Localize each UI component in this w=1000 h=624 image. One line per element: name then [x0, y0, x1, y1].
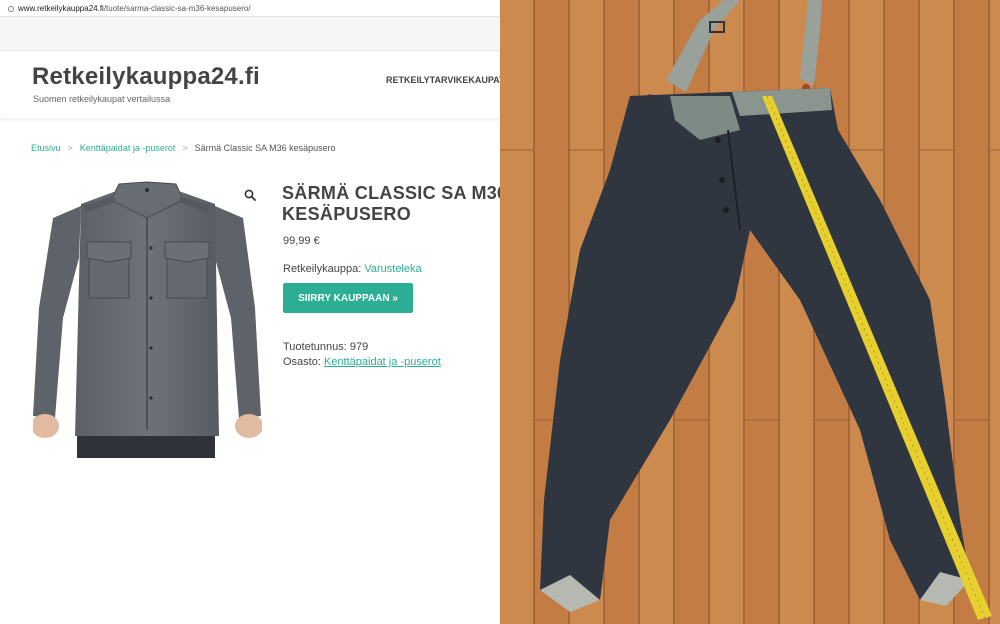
url-domain: www.retkeilykauppa24.fi [18, 4, 104, 13]
magnifier-icon[interactable] [244, 189, 256, 201]
nav-item-retkeilytarvikekaupat[interactable]: RETKEILYTARVIKEKAUPAT [386, 75, 500, 85]
site-title-link[interactable]: Retkeilykauppa24.fi [32, 63, 260, 91]
breadcrumb-home-link[interactable]: Etusivu [31, 143, 61, 153]
product-category: Osasto: Kenttäpaidat ja -puserot [283, 356, 441, 368]
shop-label: Retkeilykauppa: [283, 263, 362, 275]
shop-info: Retkeilykauppa: Varusteleka [283, 263, 422, 275]
top-bar [0, 17, 500, 51]
breadcrumb-separator-icon: > [67, 143, 73, 153]
trousers-photo-drawing [500, 0, 1000, 624]
product-image[interactable] [33, 178, 262, 458]
product-title-line1: SÄRMÄ CLASSIC SA M36 [282, 183, 500, 203]
breadcrumb-separator-icon: > [182, 143, 188, 153]
go-to-shop-button[interactable]: SIIRRY KAUPPAAN » [283, 283, 413, 313]
sku-value: 979 [349, 341, 369, 353]
product-price: 99,99 € [283, 235, 320, 247]
breadcrumb-current: Särmä Classic SA M36 kesäpusero [194, 143, 336, 153]
sku-label: Tuotetunnus: [283, 341, 347, 353]
shop-link[interactable]: Varusteleka [364, 263, 421, 275]
site-header: Retkeilykauppa24.fi Suomen retkeilykaupa… [0, 51, 500, 118]
breadcrumb-category-link[interactable]: Kenttäpaidat ja -puserot [80, 143, 176, 153]
jacket-illustration [33, 181, 262, 458]
category-label: Osasto: [283, 356, 321, 368]
category-link[interactable]: Kenttäpaidat ja -puserot [324, 356, 441, 368]
product-title-line2: KESÄPUSERO [282, 204, 412, 224]
site-tagline: Suomen retkeilykaupat vertailussa [33, 94, 171, 104]
product-sku: Tuotetunnus: 979 [283, 341, 368, 353]
address-bar[interactable]: www.retkeilykauppa24.fi/tuote/sarma-clas… [0, 0, 500, 17]
url-path: /tuote/sarma-classic-sa-m36-kesapusero/ [103, 4, 251, 13]
lock-icon [8, 6, 14, 12]
product-title: SÄRMÄ CLASSIC SA M36 KESÄPUSERO [282, 183, 500, 225]
breadcrumb: Etusivu > Kenttäpaidat ja -puserot > Särmä C… [31, 143, 336, 153]
web-page-screenshot: www.retkeilykauppa24.fi/tuote/sarma-clas… [0, 0, 500, 624]
trousers-photo [500, 0, 1000, 624]
